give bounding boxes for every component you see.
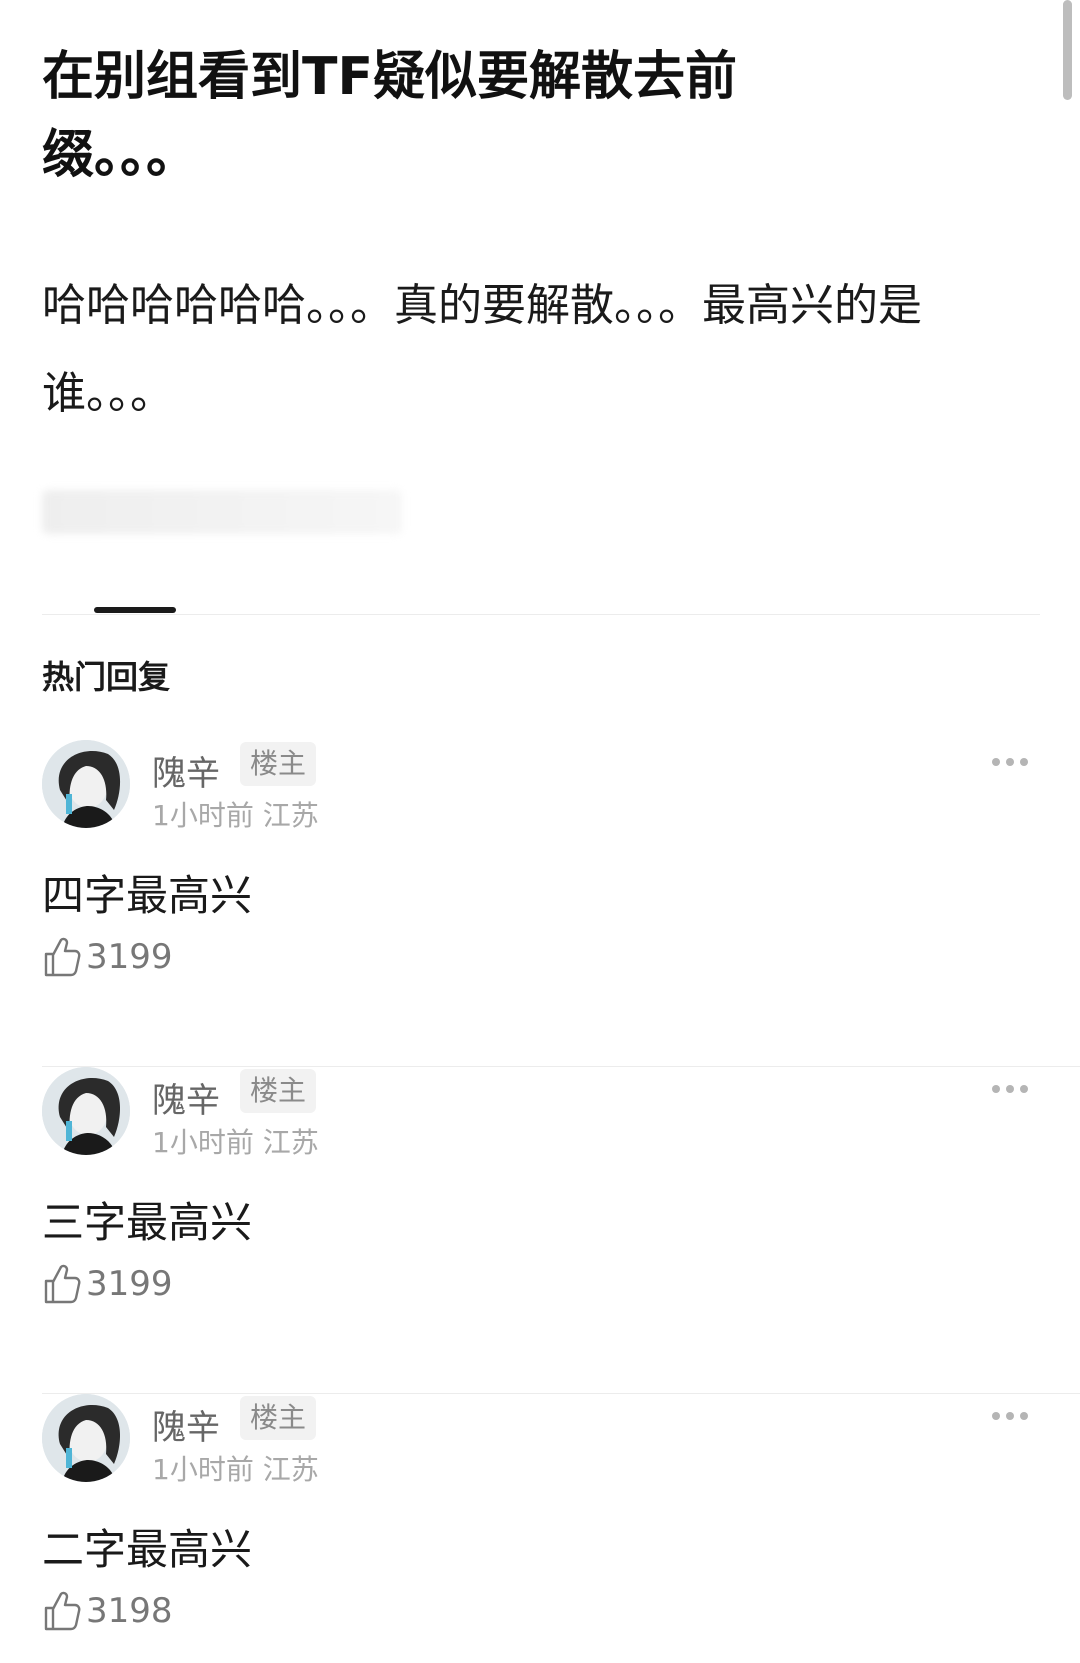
op-badge: 楼主 xyxy=(240,1396,317,1440)
author-name[interactable]: 隗辛 xyxy=(152,1073,220,1122)
section-title: 热门回复 xyxy=(42,658,171,696)
comment-meta: 1小时前 江苏 xyxy=(152,1448,319,1488)
tab-indicator xyxy=(94,607,176,613)
blurred-content xyxy=(42,490,402,534)
like-button[interactable]: 3199 xyxy=(42,936,173,978)
like-button[interactable]: 3199 xyxy=(42,1263,173,1305)
like-button[interactable]: 3198 xyxy=(42,1590,173,1632)
more-icon[interactable] xyxy=(992,1408,1036,1424)
scrollbar[interactable] xyxy=(1063,0,1072,100)
comment-time: 1小时前 xyxy=(152,799,254,832)
op-badge: 楼主 xyxy=(240,1069,317,1113)
avatar[interactable] xyxy=(42,1067,130,1155)
avatar[interactable] xyxy=(42,1394,130,1482)
comment-meta: 1小时前 江苏 xyxy=(152,1121,319,1161)
comment-location: 江苏 xyxy=(262,799,319,832)
thumbs-up-icon xyxy=(44,1591,81,1631)
comment-meta: 1小时前 江苏 xyxy=(152,794,319,834)
like-count: 3198 xyxy=(86,1591,173,1631)
like-count: 3199 xyxy=(86,1264,173,1304)
post-title: 在别组看到TF疑似要解散去前缀。。。 xyxy=(42,47,737,185)
more-icon[interactable] xyxy=(992,1081,1036,1097)
comment-location: 江苏 xyxy=(262,1126,319,1159)
author-name[interactable]: 隗辛 xyxy=(152,1400,220,1449)
comment-time: 1小时前 xyxy=(152,1126,254,1159)
comment-text: 三字最高兴 xyxy=(42,1198,253,1247)
comment-item: 隗辛 楼主 1小时前 江苏 二字最高兴 3198 xyxy=(0,1394,1080,1663)
comment-location: 江苏 xyxy=(262,1453,319,1486)
post-body: 哈哈哈哈哈哈。。。真的要解散。。。最高兴的是谁。。。 xyxy=(42,280,922,419)
comment-item: 隗辛 楼主 1小时前 江苏 三字最高兴 3199 xyxy=(0,1067,1080,1394)
op-badge: 楼主 xyxy=(240,742,317,786)
author-name[interactable]: 隗辛 xyxy=(152,746,220,795)
comment-time: 1小时前 xyxy=(152,1453,254,1486)
divider xyxy=(42,614,1040,615)
thumbs-up-icon xyxy=(44,937,81,977)
comment-text: 四字最高兴 xyxy=(42,871,253,920)
more-icon[interactable] xyxy=(992,754,1036,770)
comment-item: 隗辛 楼主 1小时前 江苏 四字最高兴 3199 xyxy=(0,740,1080,1067)
like-count: 3199 xyxy=(86,937,173,977)
avatar[interactable] xyxy=(42,740,130,828)
comment-text: 二字最高兴 xyxy=(42,1525,253,1574)
thumbs-up-icon xyxy=(44,1264,81,1304)
